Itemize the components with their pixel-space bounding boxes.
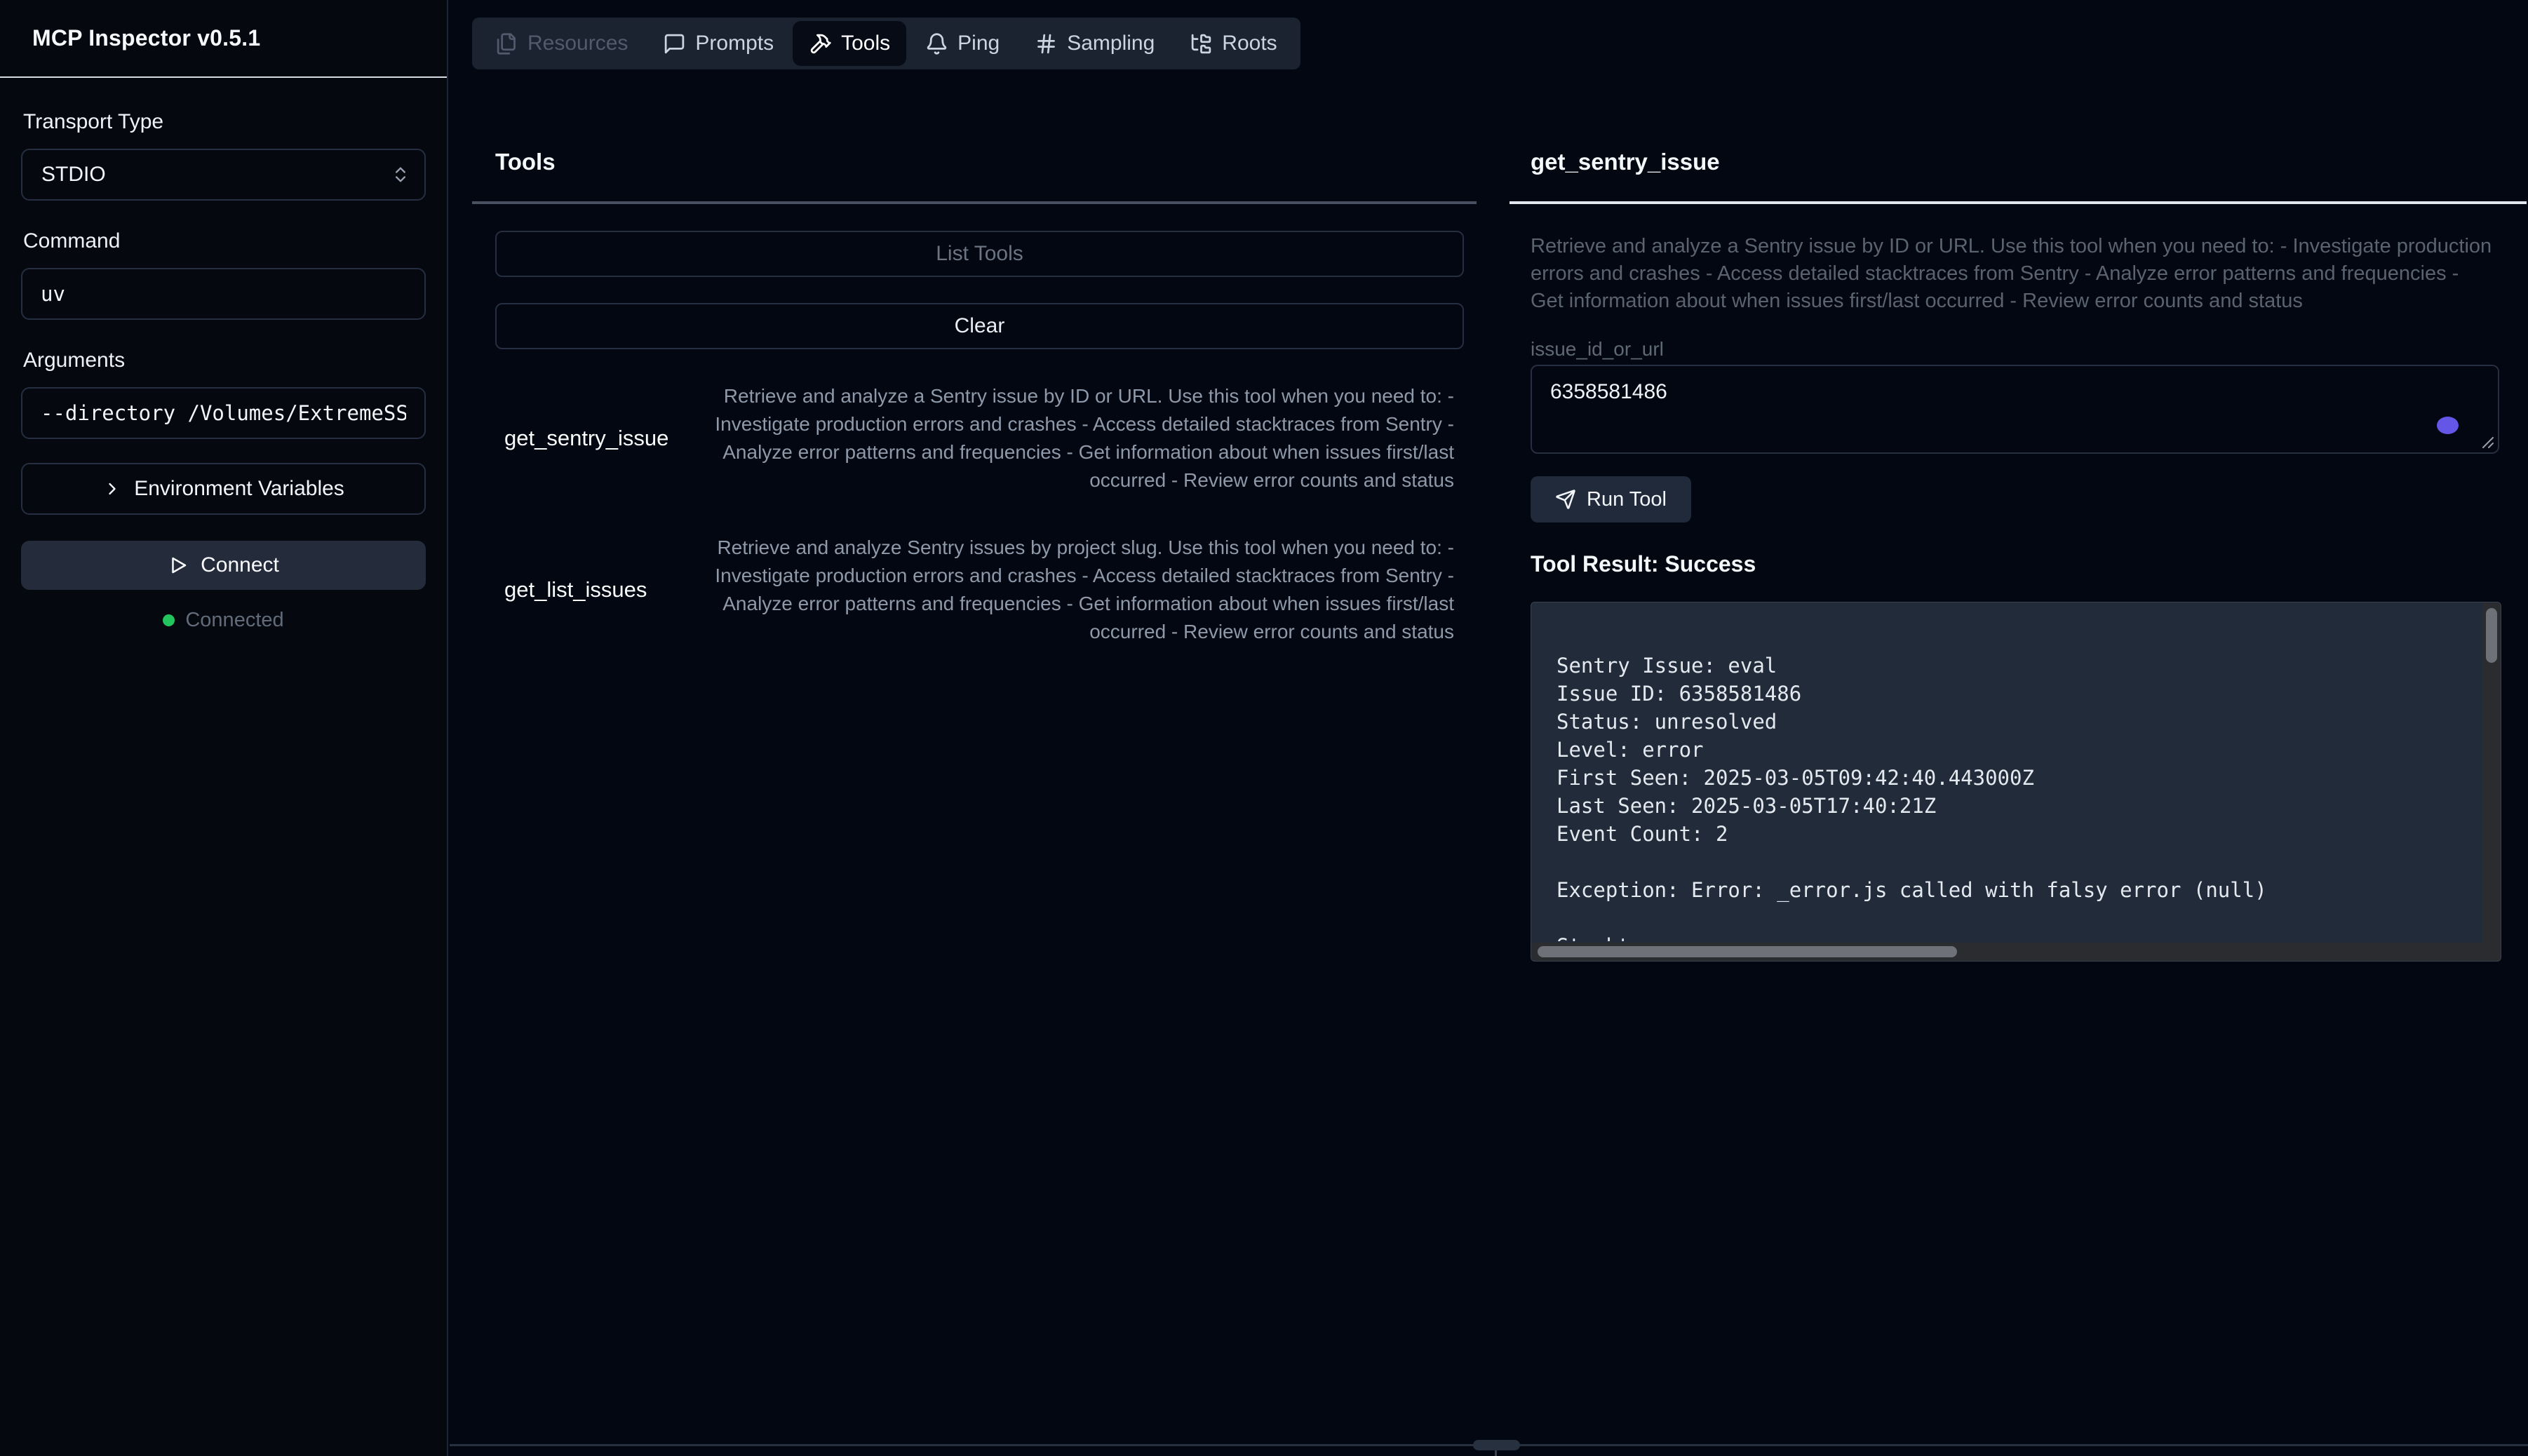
tool-name: get_list_issues [495,577,647,602]
arguments-input[interactable] [21,387,426,439]
selected-tool-description: Retrieve and analyze a Sentry issue by I… [1531,233,2497,315]
tool-row-get-list-issues[interactable]: get_list_issues Retrieve and analyze Sen… [495,534,1454,646]
tool-row-get-sentry-issue[interactable]: get_sentry_issue Retrieve and analyze a … [495,382,1454,494]
vertical-scrollbar-thumb[interactable] [2486,608,2497,663]
tab-resources-label: Resources [527,32,628,55]
files-icon [495,32,518,55]
run-tool-button[interactable]: Run Tool [1531,476,1691,523]
status-text: Connected [185,609,283,632]
tool-result-heading: Tool Result: Success [1531,551,1756,577]
run-tool-label: Run Tool [1587,488,1667,511]
send-icon [1555,489,1576,510]
tools-section-heading: Tools [495,149,556,175]
status-dot-green [163,614,175,626]
sidebar: MCP Inspector v0.5.1 Transport Type STDI… [0,0,448,1456]
environment-variables-button[interactable]: Environment Variables [21,463,426,515]
tool-description: Retrieve and analyze a Sentry issue by I… [698,382,1454,494]
issue-id-input[interactable]: 6358581486 [1531,365,2499,454]
app-title: MCP Inspector v0.5.1 [0,0,447,78]
clear-button[interactable]: Clear [495,303,1464,349]
selected-tool-divider [1510,201,2527,204]
list-tools-label: List Tools [936,242,1023,266]
vertical-scrollbar[interactable] [2482,602,2501,961]
horizontal-scrollbar-thumb[interactable] [1538,946,1957,957]
bottom-splitter-handle[interactable] [1473,1440,1520,1450]
main-tabbar: Resources Prompts Tools Ping Sampling Ro… [472,18,1300,69]
horizontal-scrollbar[interactable] [1531,943,2501,961]
tab-ping-label: Ping [957,32,1000,55]
tab-ping[interactable]: Ping [909,21,1016,66]
param-input-wrapper: 6358581486 [1531,365,2499,454]
tab-tools-label: Tools [841,32,890,55]
command-input[interactable] [21,268,426,320]
tab-sampling-label: Sampling [1067,32,1155,55]
tool-name: get_sentry_issue [495,426,668,451]
extension-dot-icon [2437,417,2459,434]
hash-icon [1035,32,1058,55]
tool-description: Retrieve and analyze Sentry issues by pr… [676,534,1454,646]
connect-label: Connect [201,553,279,577]
environment-variables-label: Environment Variables [134,477,344,501]
hammer-icon [809,32,832,55]
tab-prompts[interactable]: Prompts [647,21,790,66]
param-label: issue_id_or_url [1531,338,1664,360]
clear-label: Clear [955,314,1005,338]
arguments-label: Arguments [23,349,426,372]
tab-sampling[interactable]: Sampling [1018,21,1171,66]
chevrons-up-down-icon [391,165,410,184]
bell-icon [925,32,948,55]
play-icon [168,555,189,576]
tab-resources[interactable]: Resources [479,21,644,66]
chat-bubble-icon [663,32,686,55]
transport-type-select[interactable]: STDIO [21,149,426,201]
tool-result-text: Sentry Issue: eval Issue ID: 6358581486 … [1557,652,2468,941]
selected-tool-heading: get_sentry_issue [1531,149,1720,175]
tool-result-output[interactable]: Sentry Issue: eval Issue ID: 6358581486 … [1531,602,2501,962]
transport-type-value: STDIO [41,163,106,187]
tab-prompts-label: Prompts [695,32,774,55]
bottom-splitter-tick [1495,1450,1497,1456]
chevron-right-icon [102,479,122,499]
resize-handle-icon[interactable] [2479,433,2494,449]
tools-section-divider [472,201,1477,204]
transport-type-label: Transport Type [23,110,426,134]
tools-list: get_sentry_issue Retrieve and analyze a … [495,382,1454,685]
connect-button[interactable]: Connect [21,541,426,590]
command-label: Command [23,229,426,253]
list-tools-button[interactable]: List Tools [495,231,1464,277]
tab-roots-label: Roots [1222,32,1277,55]
tab-tools[interactable]: Tools [793,21,906,66]
connection-status: Connected [21,609,426,632]
folder-tree-icon [1190,32,1213,55]
tab-roots[interactable]: Roots [1174,21,1293,66]
